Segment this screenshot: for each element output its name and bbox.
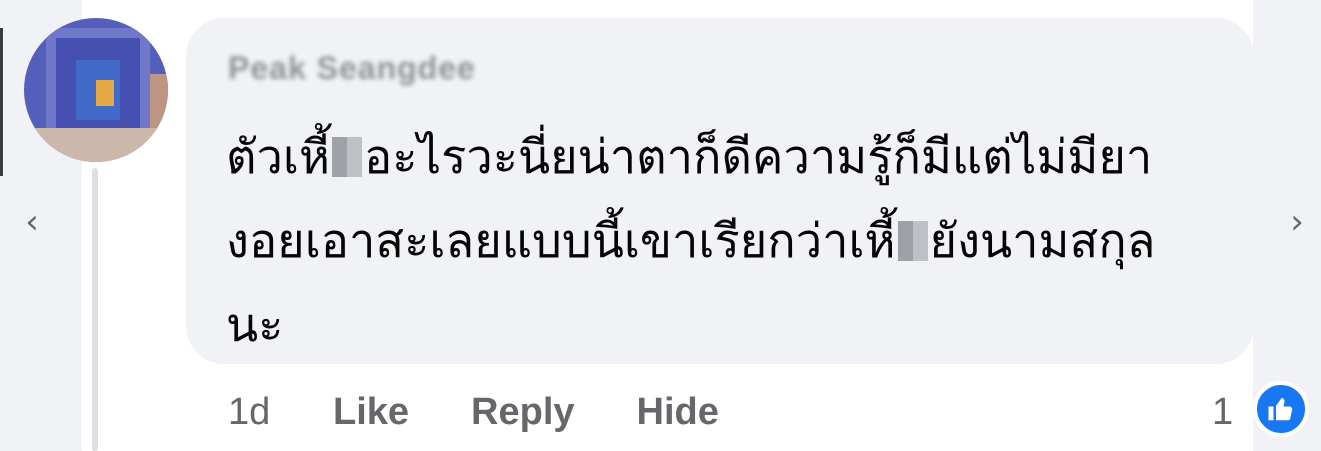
thumbs-up-icon[interactable] [1253,381,1309,437]
comment-line-2: งอยเอาสะเลยแบบนี้เขาเรียกว่าเหี้ ยังนามสก… [226,214,1156,269]
hide-button[interactable]: Hide [637,386,719,438]
comment-author[interactable]: Peak Seangdee [228,48,476,88]
next-arrow-icon[interactable]: › [1277,196,1317,248]
comment-text: ตัวเหี้ อะไรวะนี่ยน่าตาก็ดีความรู้ก็มีแต่… [226,116,1226,368]
like-button[interactable]: Like [333,386,409,438]
reply-button[interactable]: Reply [471,386,574,438]
previous-arrow-icon[interactable]: ‹ [12,196,52,248]
censor-block [897,221,928,261]
edge-divider [0,28,3,176]
comment-timestamp[interactable]: 1d [228,386,333,438]
comment-line-3: นะ [226,298,284,353]
censor-block [331,137,362,177]
comment-actions: 1d Like Reply Hide [228,386,781,438]
comment-line-1: ตัวเหี้ อะไรวะนี่ยน่าตาก็ดีความรู้ก็มีแต่… [226,130,1153,185]
reaction-count[interactable]: 1 [1212,386,1233,438]
avatar[interactable] [24,18,168,162]
reply-thread-line [92,168,98,451]
comment-bubble: Peak Seangdee ตัวเหี้ อะไรวะนี่ยน่าตาก็ดี… [186,18,1254,364]
